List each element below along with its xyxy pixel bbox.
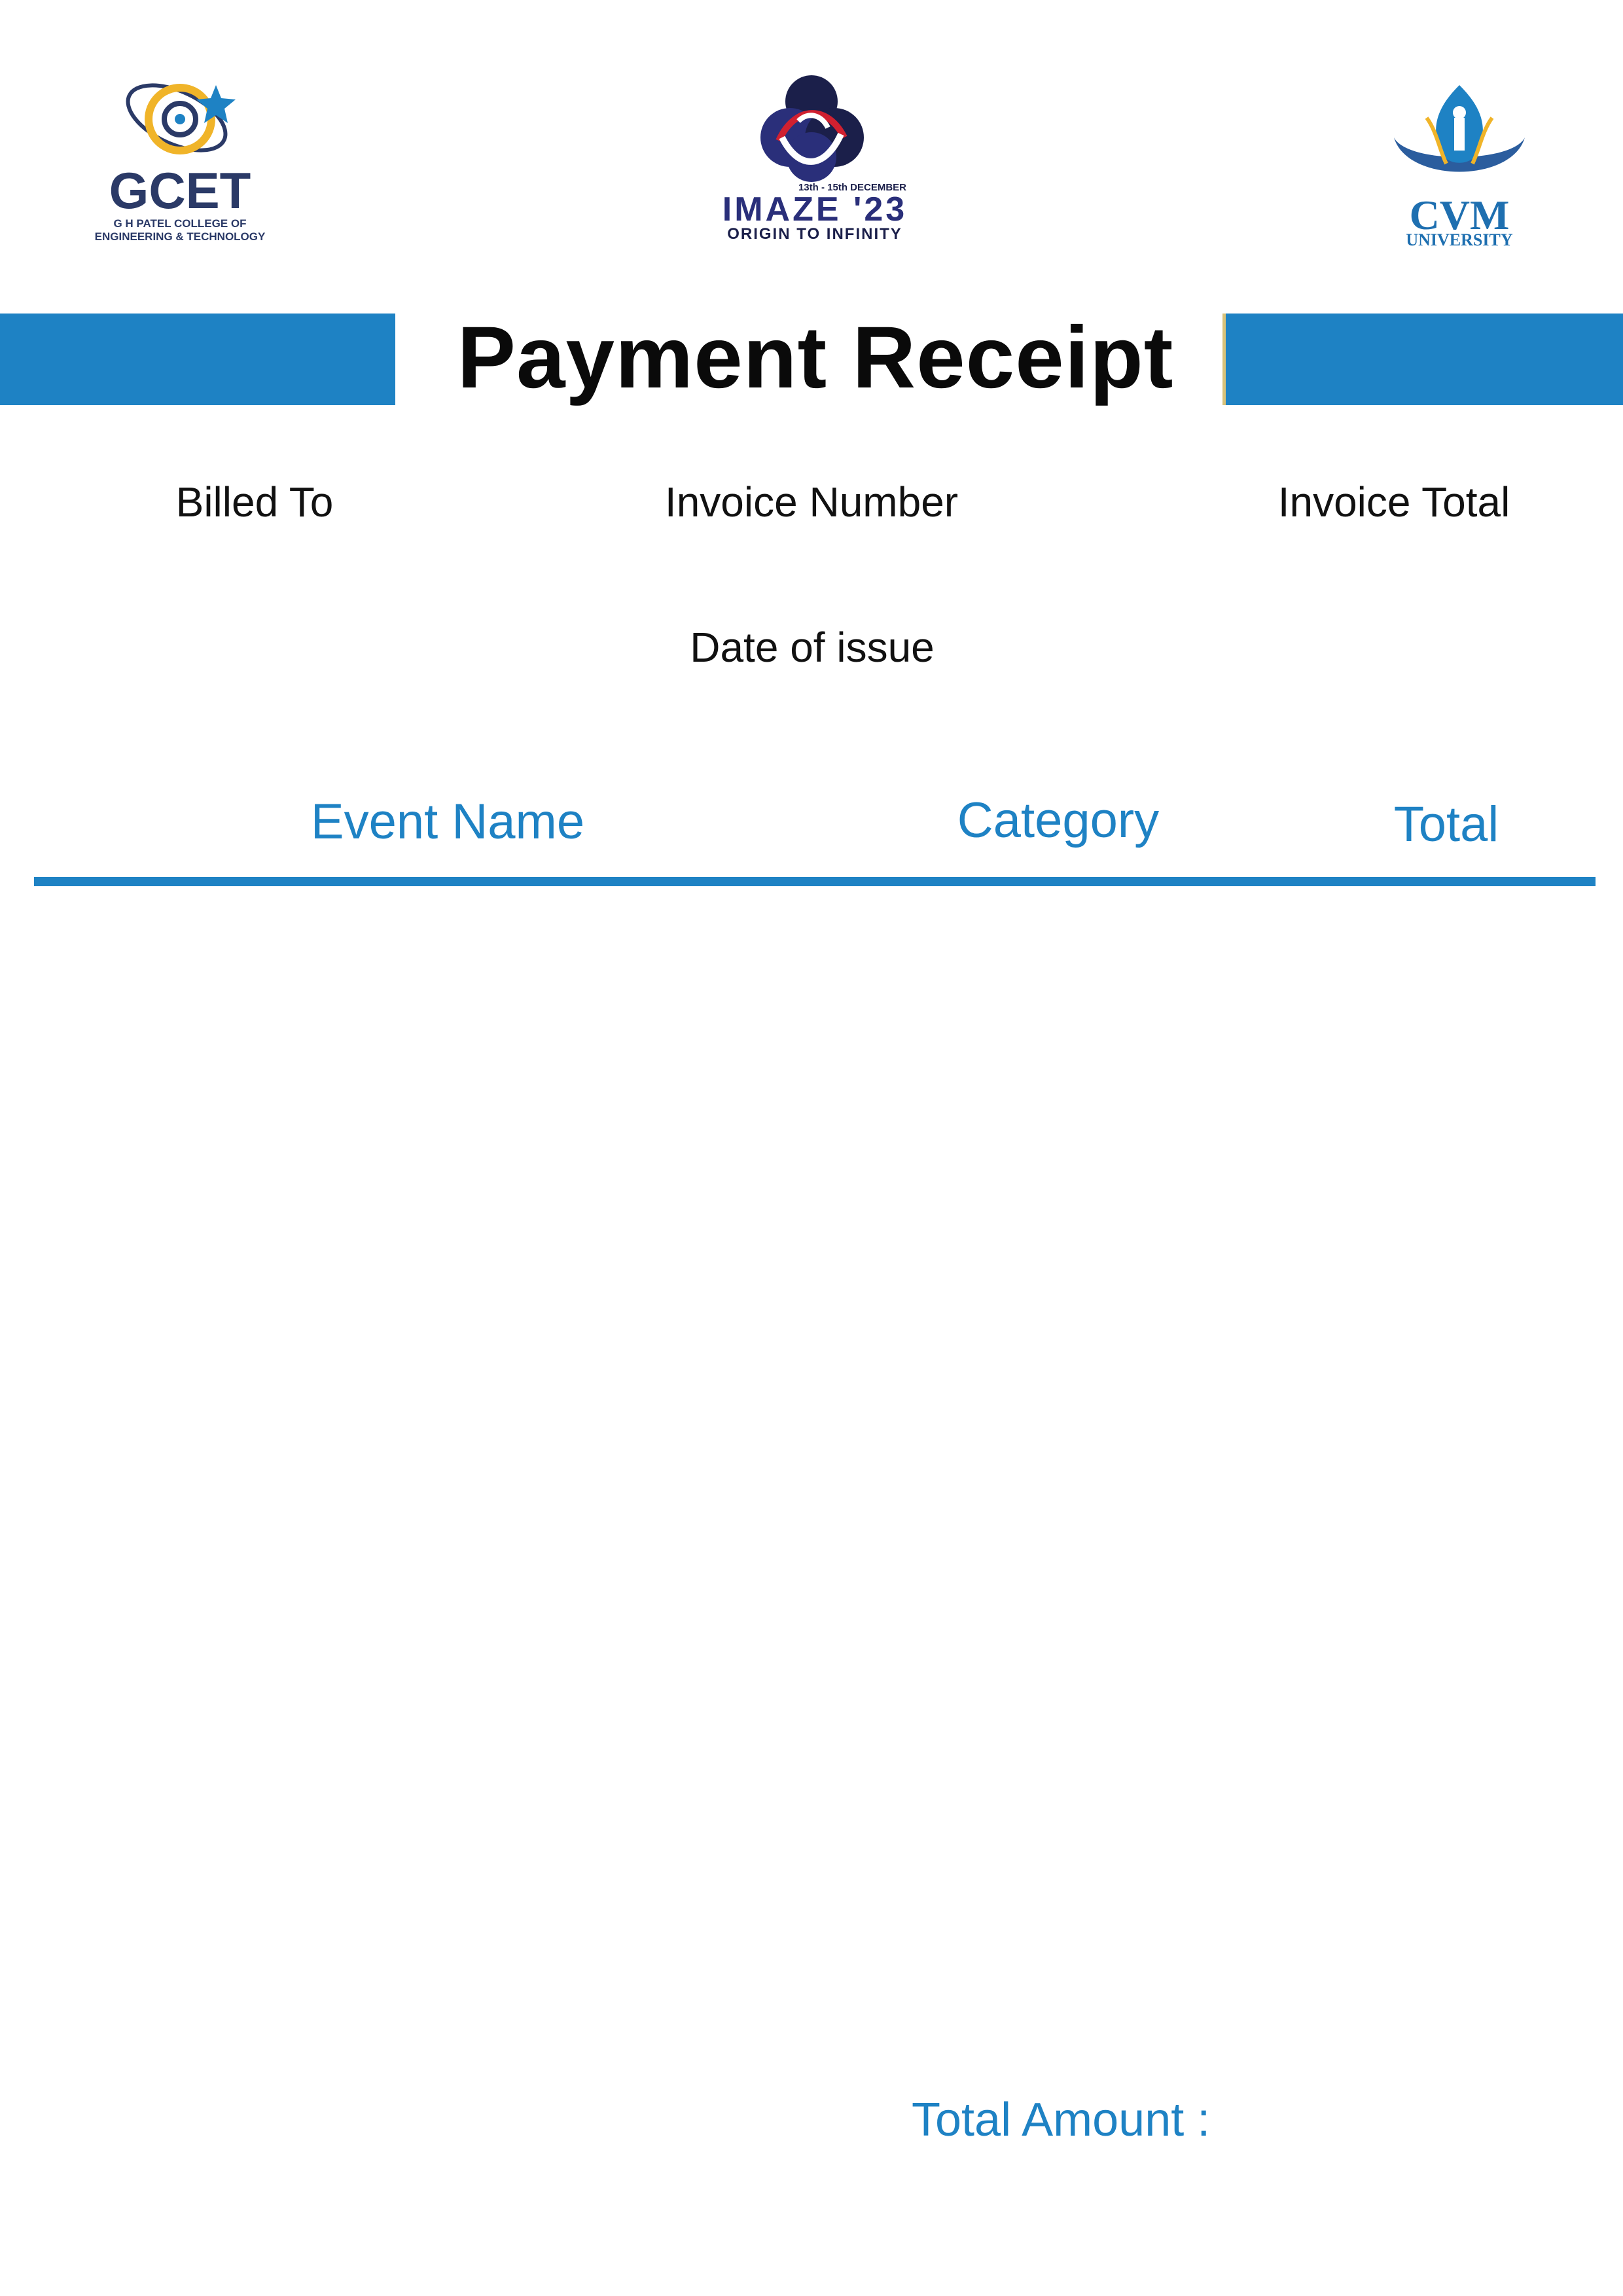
imaze-infinity-icon	[760, 75, 864, 182]
title-band-left	[0, 314, 395, 405]
invoice-total-label: Invoice Total	[1277, 478, 1510, 526]
imaze-name: IMAZE '23	[722, 190, 908, 228]
gcet-logo: GCET G H PATEL COLLEGE OF ENGINEERING & …	[85, 72, 275, 243]
gcet-emblem-icon	[126, 83, 236, 154]
billed-to-label: Billed To	[175, 478, 334, 526]
imaze-logo: 13th - 15th DECEMBER IMAZE '23 ORIGIN TO…	[717, 65, 913, 243]
invoice-number-label: Invoice Number	[664, 478, 959, 526]
gcet-line-1: G H PATEL COLLEGE OF	[113, 217, 247, 230]
gcet-name: GCET	[109, 162, 251, 219]
imaze-tagline: ORIGIN TO INFINITY	[727, 225, 902, 243]
column-header-event-name: Event Name	[310, 794, 585, 850]
cvm-logo: CVM UNIVERSITY	[1381, 79, 1538, 249]
table-header-rule	[34, 877, 1596, 886]
total-amount-label: Total Amount :	[912, 2094, 1211, 2146]
gcet-line-2: ENGINEERING & TECHNOLOGY	[94, 230, 266, 243]
date-of-issue-label: Date of issue	[690, 624, 935, 671]
cvm-emblem-icon	[1394, 85, 1525, 172]
column-header-category: Category	[957, 793, 1160, 848]
cvm-subtitle: UNIVERSITY	[1406, 230, 1513, 249]
table-body	[34, 890, 1596, 2068]
page-title: Payment Receipt	[457, 309, 1174, 406]
title-band-right	[1226, 314, 1623, 405]
column-header-total: Total	[1393, 797, 1499, 852]
